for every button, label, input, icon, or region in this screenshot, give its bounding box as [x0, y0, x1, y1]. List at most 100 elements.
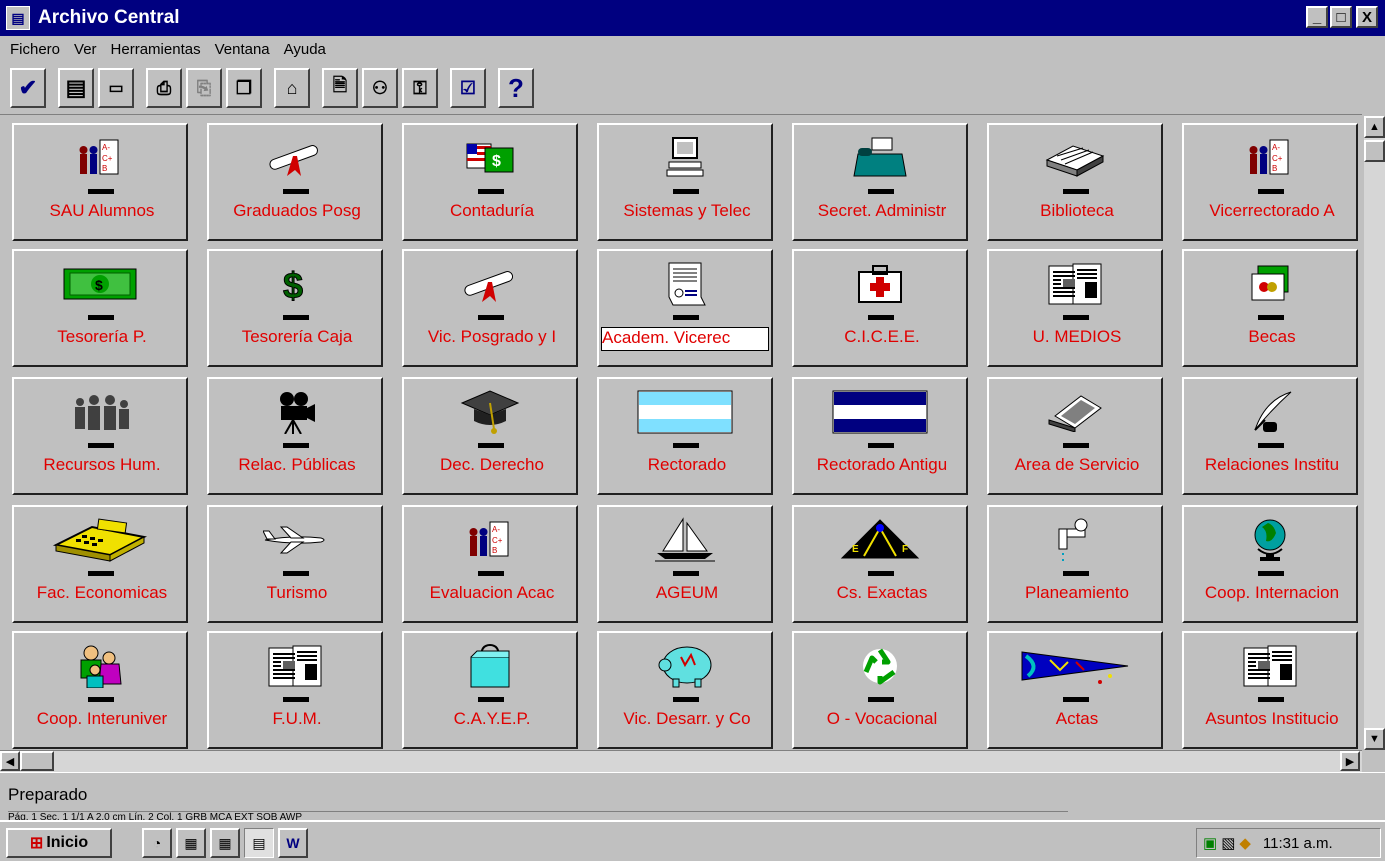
library-icon [989, 135, 1161, 181]
task-app-1-icon[interactable]: ◔ [142, 828, 172, 858]
task-archivo-central-icon[interactable]: ▤ [244, 828, 274, 858]
app-tile[interactable]: Vic. Desarr. y Co [597, 631, 773, 749]
scroll-up-icon[interactable]: ▲ [1364, 116, 1385, 138]
scroll-left-icon[interactable]: ◀ [0, 751, 20, 771]
app-tile[interactable]: $ Tesorería P. [12, 249, 188, 367]
menu-fichero[interactable]: Fichero [10, 41, 60, 58]
vertical-scrollbar[interactable]: ▲ ▼ [1364, 116, 1385, 750]
tile-label: Planeamiento [1025, 583, 1129, 602]
app-tile[interactable]: Fac. Economicas [12, 505, 188, 623]
app-tile[interactable]: Becas [1182, 249, 1358, 367]
minimize-button[interactable]: _ [1306, 6, 1328, 28]
app-tile[interactable]: U. MEDIOS [987, 249, 1163, 367]
tile-dash [868, 443, 894, 448]
scheduler-icon[interactable]: ▧ [1221, 834, 1235, 852]
task-app-2-icon[interactable]: ▦ [176, 828, 206, 858]
scroll-down-icon[interactable]: ▼ [1364, 728, 1385, 750]
tile-dash [673, 571, 699, 576]
binoculars-icon[interactable]: ⚇ [362, 68, 398, 108]
app-tile[interactable]: Rectorado [597, 377, 773, 495]
system-tray: ▣ ▧ ◆ 11:31 a.m. [1196, 828, 1381, 858]
tile-label: Vicerrectorado A [1209, 201, 1335, 220]
copy-docs-icon[interactable]: ❐ [226, 68, 262, 108]
start-button[interactable]: ⊞ Inicio [6, 828, 112, 858]
app-tile[interactable]: Biblioteca [987, 123, 1163, 241]
app-tile[interactable]: Vic. Posgrado y I [402, 249, 578, 367]
file-cabinet-icon[interactable]: ▤ [58, 68, 94, 108]
app-tile[interactable]: Area de Servicio [987, 377, 1163, 495]
app-tile[interactable]: Sistemas y Telec [597, 123, 773, 241]
tile-label: Area de Servicio [1014, 455, 1140, 474]
app-tile[interactable]: Planeamiento [987, 505, 1163, 623]
tile-dash [478, 443, 504, 448]
app-tile[interactable]: Turismo [207, 505, 383, 623]
lock-icon[interactable]: ⚿ [402, 68, 438, 108]
app-tile[interactable]: C.A.Y.E.P. [402, 631, 578, 749]
menu-ver[interactable]: Ver [74, 41, 97, 58]
tile-label: Cs. Exactas [836, 583, 928, 602]
app-tile[interactable]: Secret. Administr [792, 123, 968, 241]
newspaper-icon [209, 643, 381, 689]
app-tile[interactable]: Dec. Derecho [402, 377, 578, 495]
app-tile[interactable]: A- C+ B Evaluacion Acac [402, 505, 578, 623]
horizontal-scrollbar[interactable]: ◀ ▶ [0, 750, 1362, 772]
tile-label: Recursos Hum. [43, 455, 161, 474]
maximize-button[interactable]: □ [1330, 6, 1352, 28]
task-app-3-icon[interactable]: ▦ [210, 828, 240, 858]
task-word-icon[interactable]: W [278, 828, 308, 858]
app-tile[interactable]: Rectorado Antigu [792, 377, 968, 495]
app-tile[interactable]: Recursos Hum. [12, 377, 188, 495]
tile-label: Turismo [266, 583, 328, 602]
people-icon [14, 389, 186, 435]
app-tile[interactable]: Actas [987, 631, 1163, 749]
checklist-icon[interactable]: ☑ [450, 68, 486, 108]
menu-ayuda[interactable]: Ayuda [284, 41, 326, 58]
app-tile[interactable]: Relac. Públicas [207, 377, 383, 495]
tray-app-icon[interactable]: ◆ [1239, 834, 1251, 852]
inbox-tray-icon[interactable]: ⌂ [274, 68, 310, 108]
close-button[interactable]: X [1356, 6, 1378, 28]
app-tile[interactable]: $ Contaduría [402, 123, 578, 241]
scanner-icon[interactable]: ⎙ [146, 68, 182, 108]
app-tile[interactable]: Coop. Internacion [1182, 505, 1358, 623]
app-tile[interactable]: A- C+ B Vicerrectorado A [1182, 123, 1358, 241]
app-tile[interactable]: Graduados Posg [207, 123, 383, 241]
students-grades-icon: A- C+ B [404, 517, 576, 563]
newspaper-icon [989, 261, 1161, 307]
tiles-area: A- C+ B SAU Alumnos Graduados Posg $ Contadurí… [0, 114, 1362, 750]
app-tile[interactable]: Relaciones Institu [1182, 377, 1358, 495]
network-icon[interactable]: ▣ [1203, 834, 1217, 852]
clock[interactable]: 11:31 a.m. [1263, 835, 1333, 852]
app-tile[interactable]: C.I.C.E.E. [792, 249, 968, 367]
app-tile[interactable]: O - Vocacional [792, 631, 968, 749]
sailboat-icon [599, 517, 771, 563]
math-compass-icon: EF [794, 517, 966, 563]
app-tile[interactable]: E F Cs. Exactas [792, 505, 968, 623]
app-tile[interactable]: AGEUM [597, 505, 773, 623]
hscroll-thumb[interactable] [20, 751, 54, 771]
menu-herramientas[interactable]: Herramientas [111, 41, 201, 58]
first-aid-icon [794, 261, 966, 307]
tile-dash [478, 315, 504, 320]
app-tile[interactable]: $ Tesorería Caja [207, 249, 383, 367]
tile-label: Asuntos Institucio [1205, 709, 1339, 728]
app-tile[interactable]: Coop. Interuniver [12, 631, 188, 749]
help-button[interactable]: ? [498, 68, 534, 108]
app-tile[interactable]: Asuntos Institucio [1182, 631, 1358, 749]
fax-send-icon[interactable]: ⎘ [186, 68, 222, 108]
check-icon[interactable]: ✔ [10, 68, 46, 108]
menu-ventana[interactable]: Ventana [215, 41, 270, 58]
app-tile[interactable]: A- C+ B SAU Alumnos [12, 123, 188, 241]
title-bar[interactable]: ▤ Archivo Central _ □ X [0, 0, 1385, 36]
scroll-right-icon[interactable]: ▶ [1340, 751, 1360, 771]
svg-text:C+: C+ [492, 536, 503, 545]
globe-icon [1184, 517, 1356, 563]
app-tile[interactable]: F.U.M. [207, 631, 383, 749]
app-tile[interactable]: Academ. Vicerec [597, 249, 773, 367]
scroll-thumb[interactable] [1364, 140, 1385, 162]
drawer-icon[interactable]: ▭ [98, 68, 134, 108]
tile-dash [1063, 571, 1089, 576]
app-icon[interactable]: ▤ [6, 6, 30, 30]
tile-label: Vic. Desarr. y Co [623, 709, 751, 728]
view-document-icon[interactable]: 🗎 [322, 68, 358, 108]
